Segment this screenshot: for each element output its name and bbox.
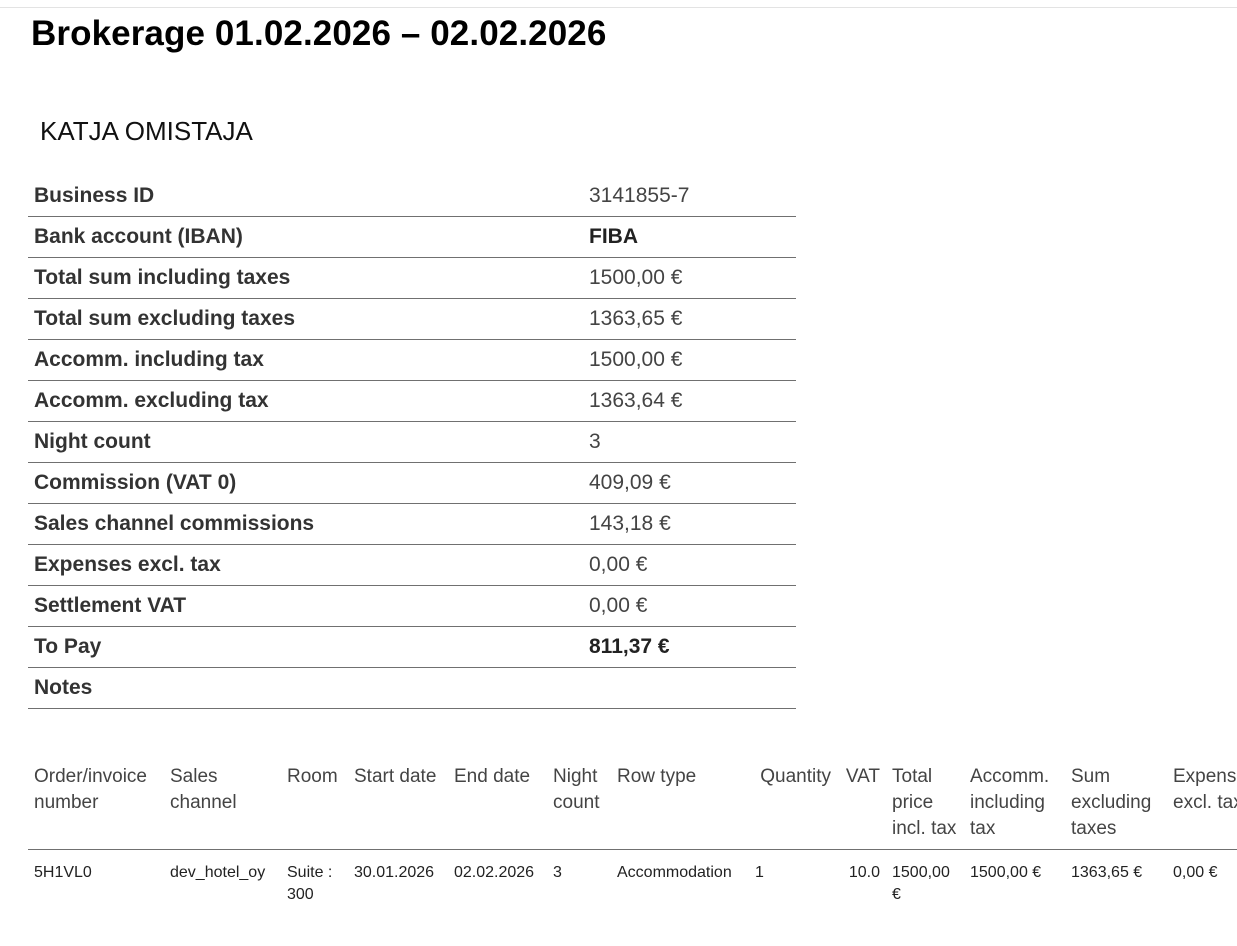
column-header: Start date	[348, 764, 448, 850]
summary-label: Accomm. excluding tax	[28, 380, 583, 422]
table-cell: 30.01.2026	[354, 864, 435, 881]
summary-label: Total sum excluding taxes	[28, 298, 583, 340]
owner-name: KATJA OMISTAJA	[40, 116, 253, 146]
summary-row-business-id: Business ID 3141855-7	[28, 176, 796, 217]
summary-label: Business ID	[28, 176, 583, 217]
summary-label: Notes	[28, 667, 583, 709]
summary-row-sales-channel-commissions: Sales channel commissions 143,18 €	[28, 503, 796, 545]
summary-value: 0,00 €	[583, 585, 796, 627]
summary-value: 409,09 €	[583, 462, 796, 504]
table-cell: 0,00 €	[1173, 864, 1218, 881]
column-header: Sales channel	[164, 764, 281, 850]
summary-label: Total sum including taxes	[28, 257, 583, 299]
column-header: End date	[448, 764, 547, 850]
table-cell: 1500,00 €	[892, 864, 950, 903]
rows-table: Order/invoice number Sales channel Room …	[28, 764, 1237, 906]
summary-value: 1363,65 €	[583, 298, 796, 340]
column-header: Night count	[547, 764, 611, 850]
table-cell: Suite : 300	[287, 864, 333, 903]
summary-label: Expenses excl. tax	[28, 544, 583, 586]
summary-row-expenses: Expenses excl. tax 0,00 €	[28, 544, 796, 586]
table-cell: 1500,00 €	[970, 864, 1042, 881]
column-header: Row type	[611, 764, 749, 850]
rows-table-container: Order/invoice number Sales channel Room …	[28, 764, 1237, 906]
top-divider	[0, 7, 1237, 8]
table-row: 5H1VL0 dev_hotel_oy Suite : 300 30.01.20…	[28, 850, 1237, 907]
column-header: Room	[281, 764, 348, 850]
summary-table: Business ID 3141855-7 Bank account (IBAN…	[28, 176, 796, 709]
summary-label: Commission (VAT 0)	[28, 462, 583, 504]
summary-row-commission: Commission (VAT 0) 409,09 €	[28, 462, 796, 504]
summary-row-bank-account: Bank account (IBAN) FIBA	[28, 216, 796, 258]
summary-value: 0,00 €	[583, 544, 796, 586]
summary-row-settlement-vat: Settlement VAT 0,00 €	[28, 585, 796, 627]
summary-value: 1500,00 €	[583, 257, 796, 299]
table-cell: 3	[553, 864, 562, 881]
table-cell: 5H1VL0	[34, 864, 92, 881]
summary-row-accomm-incl-tax: Accomm. including tax 1500,00 €	[28, 339, 796, 381]
table-cell: dev_hotel_oy	[170, 864, 266, 881]
column-header: Expenses excl. tax	[1167, 764, 1237, 850]
summary-value: FIBA	[583, 216, 796, 258]
table-cell: 10.0	[848, 864, 880, 881]
summary-label: Night count	[28, 421, 583, 463]
summary-label: Bank account (IBAN)	[28, 216, 583, 258]
summary-value: 811,37 €	[583, 626, 796, 668]
page-title: Brokerage 01.02.2026 – 02.02.2026	[31, 14, 607, 53]
summary-row-notes: Notes	[28, 667, 796, 709]
column-header: Quantity	[749, 764, 837, 850]
table-cell: 1363,65 €	[1071, 864, 1143, 881]
summary-value: 143,18 €	[583, 503, 796, 545]
summary-label: Settlement VAT	[28, 585, 583, 627]
summary-label: To Pay	[28, 626, 583, 668]
summary-value	[583, 667, 796, 709]
summary-row-accomm-excl-tax: Accomm. excluding tax 1363,64 €	[28, 380, 796, 422]
summary-label: Sales channel commissions	[28, 503, 583, 545]
summary-value: 3	[583, 421, 796, 463]
table-cell: 1	[755, 864, 764, 881]
summary-row-total-incl-taxes: Total sum including taxes 1500,00 €	[28, 257, 796, 299]
column-header: Total price incl. tax	[886, 764, 964, 850]
summary-row-to-pay: To Pay 811,37 €	[28, 626, 796, 668]
summary-row-night-count: Night count 3	[28, 421, 796, 463]
summary-value: 3141855-7	[583, 176, 796, 217]
rows-table-header: Order/invoice number Sales channel Room …	[28, 764, 1237, 850]
column-header: Order/invoice number	[28, 764, 164, 850]
column-header: Accomm. including tax	[964, 764, 1065, 850]
column-header: Sum excluding taxes	[1065, 764, 1167, 850]
summary-value: 1363,64 €	[583, 380, 796, 422]
summary-label: Accomm. including tax	[28, 339, 583, 381]
column-header: VAT	[837, 764, 886, 850]
table-cell: 02.02.2026	[454, 864, 535, 881]
table-cell: Accommodation	[617, 864, 732, 881]
summary-value: 1500,00 €	[583, 339, 796, 381]
summary-row-total-excl-taxes: Total sum excluding taxes 1363,65 €	[28, 298, 796, 340]
